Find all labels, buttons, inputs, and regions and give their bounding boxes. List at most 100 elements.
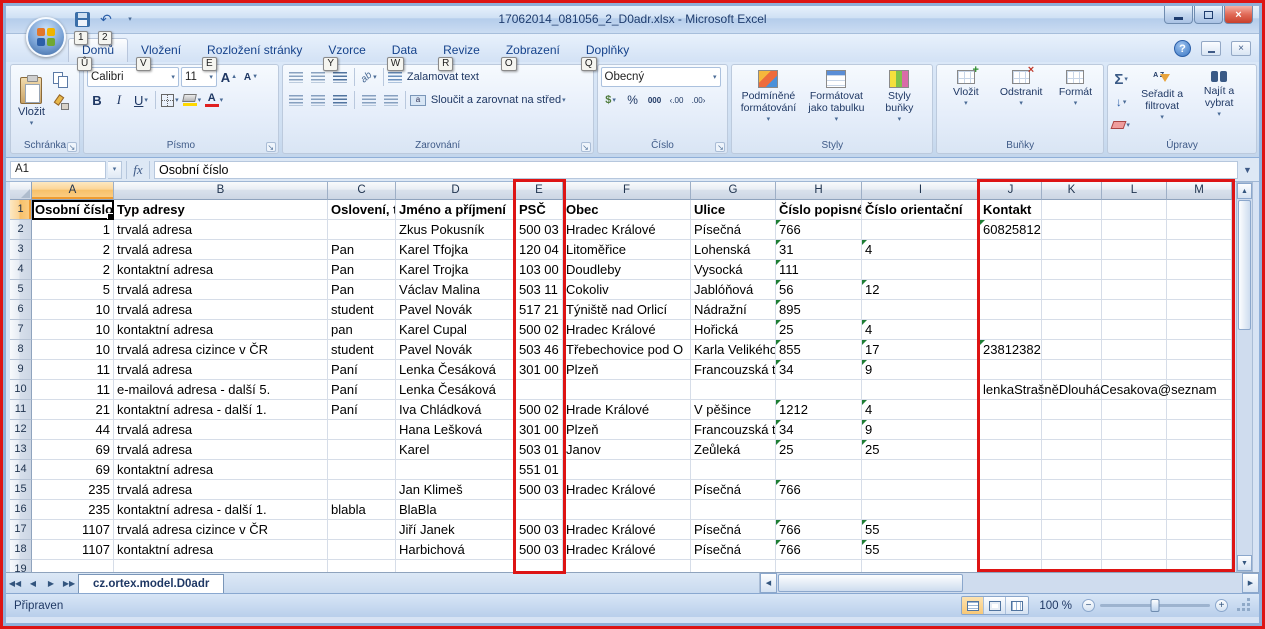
cell-J6[interactable] <box>980 300 1042 320</box>
cell-L14[interactable] <box>1102 460 1167 480</box>
align-right-button[interactable] <box>330 90 350 110</box>
cell-M7[interactable] <box>1167 320 1232 340</box>
cell-H17[interactable]: 766 <box>776 520 862 540</box>
cell-H16[interactable] <box>776 500 862 520</box>
cell-C3[interactable]: Pan <box>328 240 396 260</box>
cell-K16[interactable] <box>1042 500 1102 520</box>
cell-D2[interactable]: Zkus Pokusník <box>396 220 516 240</box>
sheet-tab-active[interactable]: cz.ortex.model.D0adr <box>78 574 224 593</box>
cell-J1[interactable]: Kontakt <box>980 200 1042 220</box>
cell-B8[interactable]: trvalá adresa cizince v ČR <box>114 340 328 360</box>
cell-E2[interactable]: 500 03 <box>516 220 563 240</box>
cell-F2[interactable]: Hradec Králové <box>563 220 691 240</box>
horizontal-scroll-thumb[interactable] <box>778 574 963 592</box>
cell-J11[interactable] <box>980 400 1042 420</box>
column-header-G[interactable]: G <box>691 182 776 200</box>
cell-I14[interactable] <box>862 460 980 480</box>
cell-C13[interactable] <box>328 440 396 460</box>
cell-L5[interactable] <box>1102 280 1167 300</box>
page-break-view-button[interactable] <box>1006 597 1028 614</box>
cell-C15[interactable] <box>328 480 396 500</box>
cell-M18[interactable] <box>1167 540 1232 560</box>
cell-I12[interactable]: 9 <box>862 420 980 440</box>
tab-revize[interactable]: RevizeR <box>430 39 493 62</box>
cell-K18[interactable] <box>1042 540 1102 560</box>
cell-H8[interactable]: 855 <box>776 340 862 360</box>
cell-H3[interactable]: 31 <box>776 240 862 260</box>
tab-data[interactable]: DataW <box>379 39 430 62</box>
scroll-right-button[interactable]: ▶ <box>1242 573 1259 593</box>
cell-C14[interactable] <box>328 460 396 480</box>
cell-G3[interactable]: Lohenská <box>691 240 776 260</box>
cell-I10[interactable] <box>862 380 980 400</box>
cell-J13[interactable] <box>980 440 1042 460</box>
delete-cells-button[interactable]: × Odstranit ▾ <box>994 67 1049 137</box>
cell-B7[interactable]: kontaktní adresa <box>114 320 328 340</box>
cell-D11[interactable]: Iva Chládková <box>396 400 516 420</box>
row-header-18[interactable]: 18 <box>10 540 32 560</box>
paste-button[interactable]: Vložit ▾ <box>14 67 49 137</box>
insert-function-button[interactable]: fx <box>126 161 150 179</box>
cell-B18[interactable]: kontaktní adresa <box>114 540 328 560</box>
cell-E9[interactable]: 301 00 <box>516 360 563 380</box>
row-header-19[interactable]: 19 <box>10 560 32 572</box>
cell-L9[interactable] <box>1102 360 1167 380</box>
row-header-4[interactable]: 4 <box>10 260 32 280</box>
cell-B12[interactable]: trvalá adresa <box>114 420 328 440</box>
column-header-I[interactable]: I <box>862 182 980 200</box>
cell-L19[interactable] <box>1102 560 1167 572</box>
cell-H5[interactable]: 56 <box>776 280 862 300</box>
cell-H1[interactable]: Číslo popisné <box>776 200 862 220</box>
cell-C5[interactable]: Pan <box>328 280 396 300</box>
column-header-F[interactable]: F <box>563 182 691 200</box>
row-header-14[interactable]: 14 <box>10 460 32 480</box>
cell-B1[interactable]: Typ adresy <box>114 200 328 220</box>
cell-C8[interactable]: student <box>328 340 396 360</box>
cell-F1[interactable]: Obec <box>563 200 691 220</box>
cell-J15[interactable] <box>980 480 1042 500</box>
merge-center-button[interactable]: Sloučit a zarovnat na střed▾ <box>410 90 566 110</box>
cell-B14[interactable]: kontaktní adresa <box>114 460 328 480</box>
cell-A14[interactable]: 69 <box>32 460 114 480</box>
cell-E17[interactable]: 500 03 <box>516 520 563 540</box>
minimize-button[interactable] <box>1164 6 1193 24</box>
cell-J9[interactable] <box>980 360 1042 380</box>
cell-A19[interactable] <box>32 560 114 572</box>
cell-H6[interactable]: 895 <box>776 300 862 320</box>
cell-B6[interactable]: trvalá adresa <box>114 300 328 320</box>
align-left-button[interactable] <box>286 90 306 110</box>
fill-color-button[interactable]: ▾ <box>182 90 202 110</box>
cell-C1[interactable]: Oslovení, titul <box>328 200 396 220</box>
cell-F5[interactable]: Cokoliv <box>563 280 691 300</box>
cell-G14[interactable] <box>691 460 776 480</box>
cell-I11[interactable]: 4 <box>862 400 980 420</box>
cell-E5[interactable]: 503 11 <box>516 280 563 300</box>
cell-H4[interactable]: 111 <box>776 260 862 280</box>
cell-G1[interactable]: Ulice <box>691 200 776 220</box>
cell-D17[interactable]: Jiří Janek <box>396 520 516 540</box>
format-as-table-button[interactable]: Formátovat jako tabulku ▾ <box>803 67 869 137</box>
row-header-2[interactable]: 2 <box>10 220 32 240</box>
cell-K6[interactable] <box>1042 300 1102 320</box>
cell-H14[interactable] <box>776 460 862 480</box>
horizontal-scrollbar[interactable]: ◀ ▶ <box>759 573 1259 593</box>
cell-E1[interactable]: PSČ <box>516 200 563 220</box>
column-header-J[interactable]: J <box>980 182 1042 200</box>
close-button[interactable]: × <box>1224 6 1253 24</box>
cell-F12[interactable]: Plzeň <box>563 420 691 440</box>
cell-H13[interactable]: 25 <box>776 440 862 460</box>
cell-B2[interactable]: trvalá adresa <box>114 220 328 240</box>
cell-M17[interactable] <box>1167 520 1232 540</box>
cell-L8[interactable] <box>1102 340 1167 360</box>
cell-K11[interactable] <box>1042 400 1102 420</box>
cell-K14[interactable] <box>1042 460 1102 480</box>
qat-customize-button[interactable]: ▾ <box>120 9 140 29</box>
cell-L18[interactable] <box>1102 540 1167 560</box>
cell-L13[interactable] <box>1102 440 1167 460</box>
cell-G19[interactable] <box>691 560 776 572</box>
cell-G4[interactable]: Vysocká <box>691 260 776 280</box>
zoom-track[interactable] <box>1100 604 1210 607</box>
cell-D12[interactable]: Hana Lešková <box>396 420 516 440</box>
tab-vzorce[interactable]: VzorceY <box>315 39 378 62</box>
row-header-9[interactable]: 9 <box>10 360 32 380</box>
